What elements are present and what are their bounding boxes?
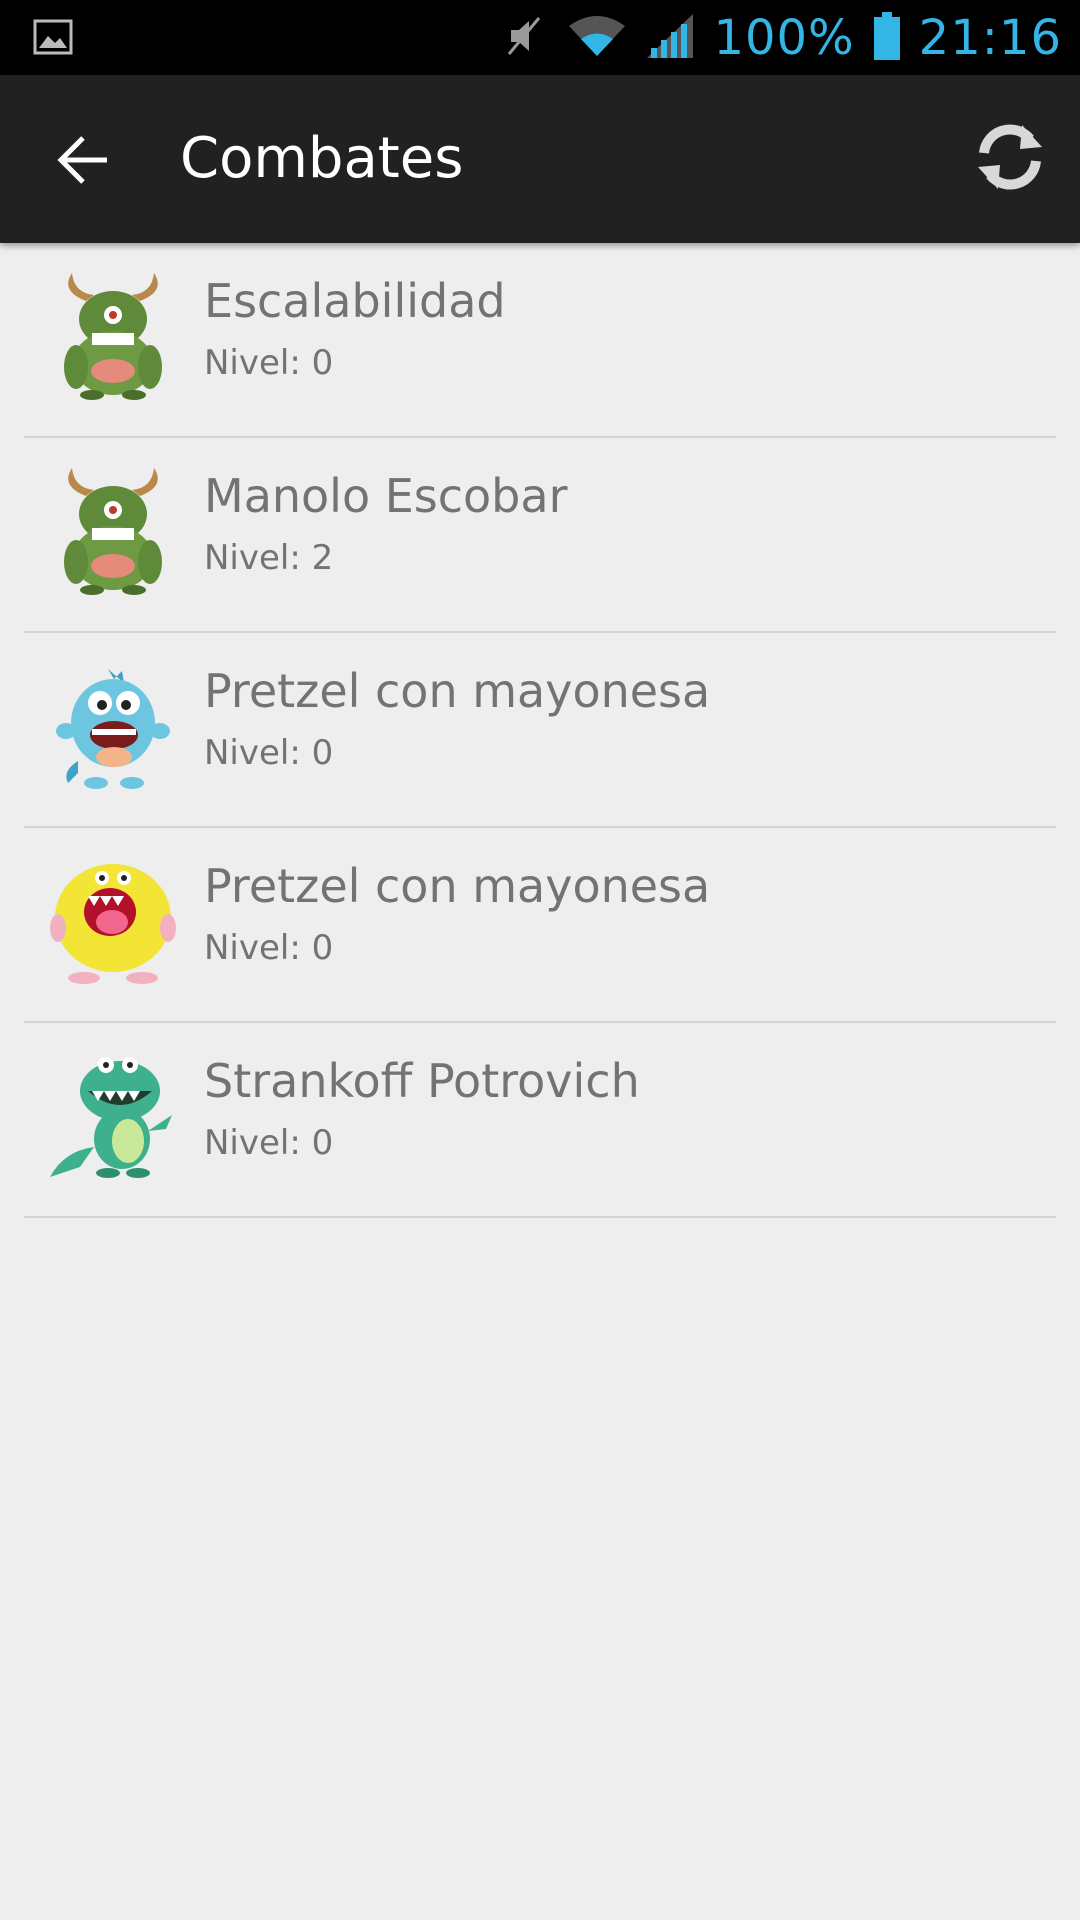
green-horned-monster-icon: [48, 271, 178, 401]
clock: 21:16: [918, 9, 1062, 66]
status-bar: 100% 21:16: [0, 0, 1080, 75]
back-button[interactable]: [48, 125, 118, 195]
combat-level: Nivel: 0: [204, 733, 334, 773]
list-item[interactable]: Pretzel con mayonesa Nivel: 0: [24, 633, 1056, 828]
combat-name: Escalabilidad: [204, 274, 506, 328]
battery-percent: 100%: [713, 9, 855, 66]
arrow-back-icon: [57, 136, 107, 184]
list-item[interactable]: Escalabilidad Nivel: 0: [24, 243, 1056, 438]
combat-level: Nivel: 0: [204, 343, 334, 383]
mute-icon: [501, 12, 549, 64]
list-item[interactable]: Manolo Escobar Nivel: 2: [24, 438, 1056, 633]
combat-level: Nivel: 0: [204, 1123, 334, 1163]
combat-name: Manolo Escobar: [204, 469, 568, 523]
combat-list: Escalabilidad Nivel: 0 Manolo Escobar Ni…: [0, 243, 1080, 1218]
list-item[interactable]: Strankoff Potrovich Nivel: 0: [24, 1023, 1056, 1218]
combat-name: Pretzel con mayonesa: [204, 859, 711, 913]
gallery-notification-icon: [32, 16, 76, 60]
signal-icon: [645, 12, 695, 64]
page-title: Combates: [180, 126, 464, 191]
refresh-button[interactable]: [970, 117, 1050, 197]
green-dragon-monster-icon: [48, 1051, 178, 1181]
combat-name: Pretzel con mayonesa: [204, 664, 711, 718]
green-horned-monster-icon: [48, 466, 178, 596]
battery-icon: [873, 11, 901, 65]
combat-level: Nivel: 0: [204, 928, 334, 968]
combat-name: Strankoff Potrovich: [204, 1054, 640, 1108]
wifi-icon: [567, 12, 627, 64]
list-item[interactable]: Pretzel con mayonesa Nivel: 0: [24, 828, 1056, 1023]
refresh-icon: [978, 124, 1042, 190]
combat-level: Nivel: 2: [204, 538, 334, 578]
yellow-furry-monster-icon: [48, 856, 178, 986]
blue-monster-icon: [48, 661, 178, 791]
app-bar: Combates: [0, 75, 1080, 243]
